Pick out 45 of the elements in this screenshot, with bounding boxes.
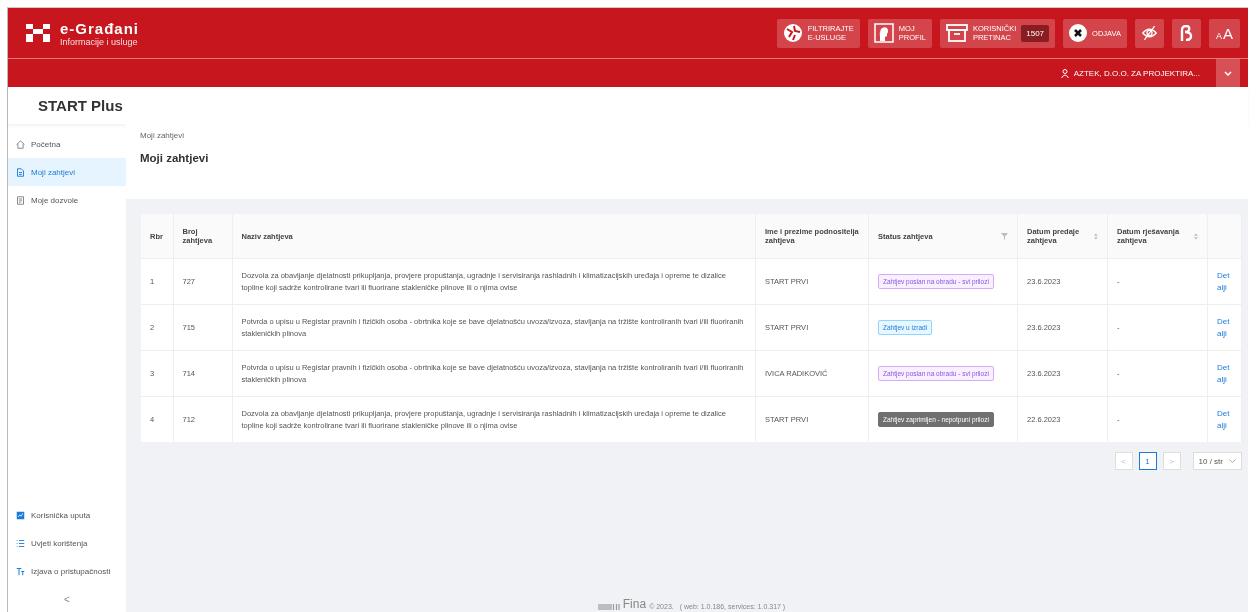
logo-subtitle: Informacije i usluge [60,36,139,47]
collapse-button[interactable]: < [8,585,126,612]
footer-logo: Fina [622,598,647,610]
sidebar-item[interactable]: Početna [8,130,126,158]
document-icon [16,195,25,205]
sort-icon[interactable] [1194,231,1198,241]
user-name[interactable]: AZTEK, D.O.O. ZA PROJEKTIRA... [1073,68,1200,78]
text-icon [16,566,25,576]
page-title: Moji zahtjevi [140,152,210,164]
details-link[interactable]: Detalji [1217,407,1233,432]
box-icon [945,24,968,42]
person-icon [873,23,894,43]
stripes-icon [597,603,620,610]
page-button[interactable]: 1 [1138,452,1157,470]
sidebar-item[interactable]: Moji zahtjevi [8,158,126,186]
count-badge: 1507 [1021,24,1050,42]
checkered-logo-icon [26,24,50,42]
sidebar-link[interactable]: Uvjeti korištenja [8,529,126,557]
page-size-select[interactable]: 10 / str [1192,452,1242,470]
user-icon [1060,68,1069,78]
filter-icon[interactable] [1001,232,1008,240]
dropdown-button[interactable] [1216,59,1240,87]
text-size-button[interactable]: AA [1208,18,1240,48]
chevron-down-icon [1224,70,1232,76]
list-icon [16,538,25,548]
sidebar-item[interactable]: Moje dozvole [8,186,126,214]
font-icon [1179,25,1194,41]
breadcrumb[interactable]: Moji zahtjevi [140,131,1234,140]
details-link[interactable]: Detalji [1217,315,1233,340]
sort-icon[interactable] [1094,231,1098,241]
app-title: START Plus [38,97,123,114]
home-icon [16,139,25,149]
details-link[interactable]: Detalji [1217,361,1233,386]
eye-off-icon [1140,24,1158,42]
hide-button[interactable] [1134,18,1164,48]
chevron-down-icon [1229,459,1236,463]
sidebar-link[interactable]: Korisnička uputa [8,501,126,529]
document-icon [16,167,25,177]
sidebar-link[interactable]: Izjava o pristupačnosti [8,557,126,585]
globe-icon [782,23,803,43]
details-link[interactable]: Detalji [1217,269,1233,294]
close-icon [1069,24,1088,42]
logo-title: e-Građani [60,19,140,37]
chart-icon [16,510,25,520]
font-button[interactable] [1171,18,1201,48]
